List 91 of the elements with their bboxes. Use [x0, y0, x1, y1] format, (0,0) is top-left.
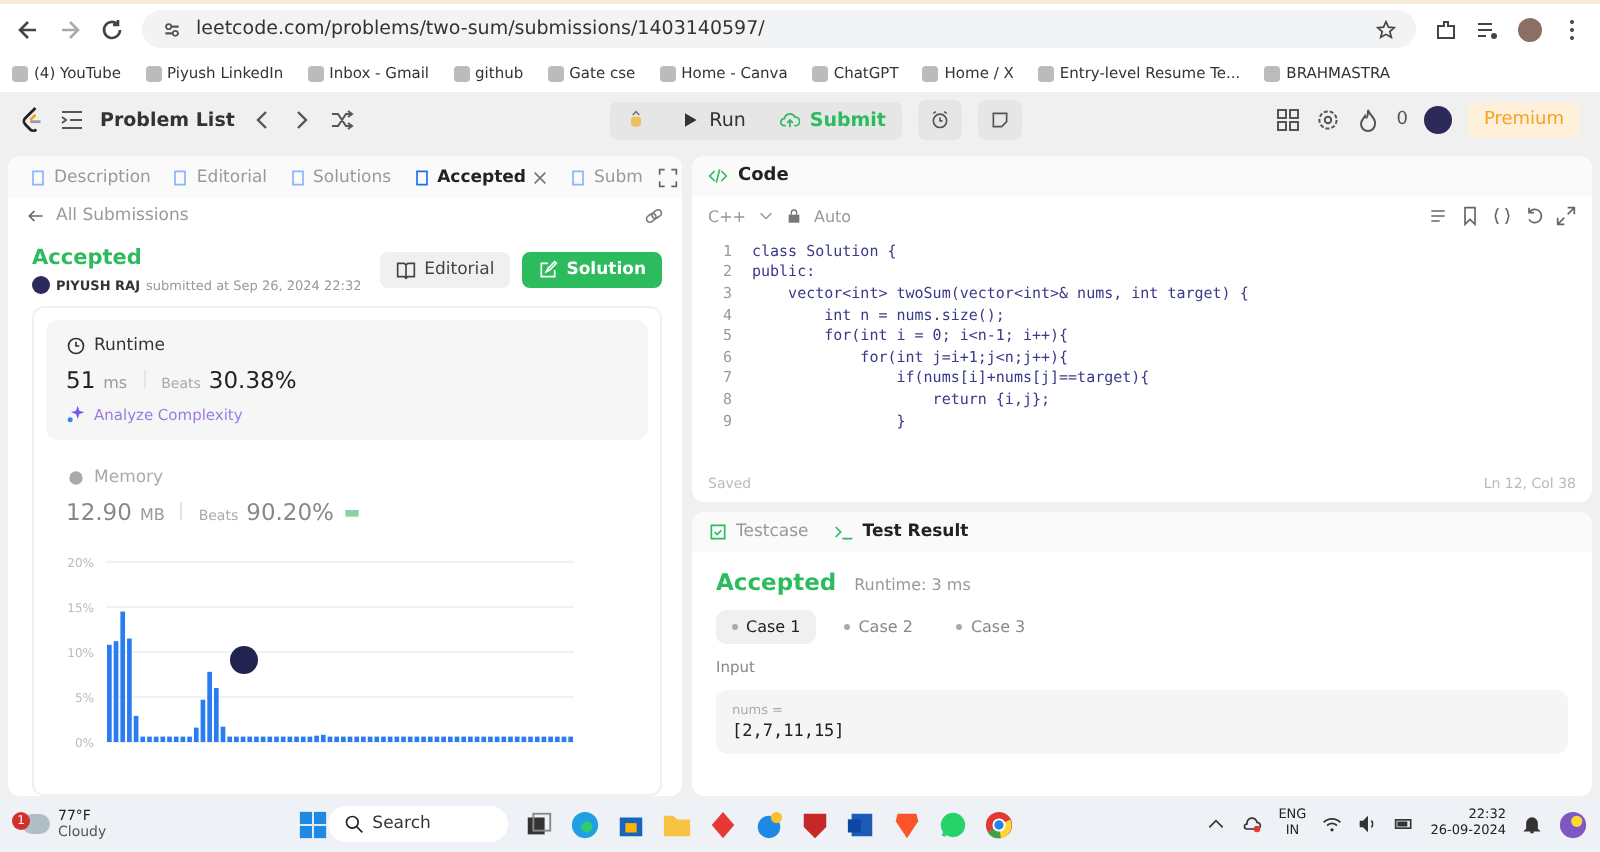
cloud-sync-icon[interactable] [1242, 814, 1263, 834]
result-status: Accepted [716, 568, 837, 596]
start-icon[interactable] [298, 809, 329, 839]
problem-list-link[interactable]: Problem List [100, 109, 235, 131]
browser-icon[interactable] [570, 809, 601, 839]
beats-value: 90.20% [246, 498, 334, 526]
braces-icon[interactable] [1492, 206, 1512, 226]
memory-value: 12.90 [66, 498, 132, 526]
logo-icon[interactable] [20, 106, 44, 134]
user-avatar[interactable] [1423, 106, 1452, 134]
result-tab[interactable]: Test Result [834, 522, 969, 542]
tab-icon [411, 167, 432, 187]
expand-icon[interactable] [1556, 206, 1576, 226]
alarm-clock-icon [929, 110, 950, 130]
tab-icon [287, 167, 308, 187]
mode-label: Auto [814, 207, 852, 225]
panel-title: Code [738, 166, 789, 186]
copilot-icon[interactable] [1558, 809, 1588, 839]
runtime-text: Runtime: 3 ms [854, 576, 971, 594]
profile-avatar[interactable] [1518, 17, 1542, 41]
chrome-icon[interactable] [984, 809, 1015, 839]
play-icon [679, 110, 700, 130]
chevron-down-icon[interactable] [758, 208, 774, 224]
address-bar[interactable]: leetcode.com/problems/two-sum/submissions/1403140597/ [142, 10, 1416, 48]
shield-icon[interactable] [800, 809, 831, 839]
tab-icon [28, 167, 48, 187]
flame-icon [1356, 108, 1381, 132]
clock-icon [66, 336, 86, 356]
dot-icon [732, 624, 738, 630]
volume-icon[interactable] [1358, 814, 1379, 834]
bookmark-icon[interactable] [1460, 206, 1480, 226]
cloud-upload-icon [779, 110, 800, 130]
lion-shield-icon[interactable] [892, 809, 923, 839]
back-arrow-icon[interactable] [26, 206, 46, 226]
maximize-icon[interactable] [658, 167, 679, 187]
search-icon [344, 814, 365, 834]
notes-button[interactable] [977, 100, 1022, 140]
lock-icon [786, 208, 802, 224]
list-icon[interactable] [60, 108, 84, 132]
tab-icon [708, 522, 728, 542]
timer-button[interactable] [917, 100, 962, 140]
taskbar-search-field[interactable]: Search [328, 806, 509, 842]
tab-icon [834, 522, 855, 542]
reset-icon[interactable] [1524, 206, 1544, 226]
note-icon [989, 110, 1010, 130]
runtime-unit: ms [103, 374, 128, 392]
runtime-label: Runtime [94, 336, 166, 356]
diamond-icon[interactable] [708, 809, 739, 839]
link-icon[interactable] [644, 206, 664, 226]
battery-icon[interactable] [1394, 814, 1415, 834]
back-arrow-icon[interactable] [16, 17, 40, 41]
close-icon[interactable] [532, 169, 548, 185]
memory-label: Memory [94, 468, 164, 488]
tab-icon [170, 167, 191, 187]
reload-icon[interactable] [100, 17, 124, 41]
user-avatar [32, 276, 50, 294]
beats-value: 30.38% [208, 366, 297, 394]
document-icon[interactable] [846, 809, 877, 839]
param-value: [2,7,11,15] [732, 722, 847, 742]
layout-icon[interactable] [1276, 108, 1301, 132]
app-icon[interactable] [754, 809, 785, 839]
format-icon[interactable] [1428, 206, 1448, 226]
streak-count: 0 [1396, 110, 1408, 130]
dot-icon [844, 624, 851, 630]
case-tab[interactable]: Case 1 [716, 610, 817, 644]
chip-icon [66, 468, 86, 488]
runtime-value: 51 [66, 366, 96, 394]
editorial-button[interactable]: Editorial [380, 252, 511, 288]
star-icon[interactable] [1376, 19, 1396, 39]
settings-icon[interactable] [1316, 108, 1341, 132]
status-text: Accepted [32, 246, 144, 270]
extensions-icon[interactable] [1434, 17, 1458, 41]
shuffle-icon[interactable] [330, 108, 355, 132]
avatar-marker [230, 646, 258, 674]
book-icon [396, 260, 417, 280]
case-tab[interactable]: Case 3 [940, 610, 1042, 644]
code-icon [708, 166, 728, 186]
media-icon[interactable] [1476, 17, 1500, 41]
case-tab[interactable]: Case 2 [828, 610, 929, 644]
dot-icon [956, 624, 963, 630]
url-text: leetcode.com/problems/two-sum/submissions/1403140597/ [196, 18, 765, 40]
task-view-icon[interactable] [524, 809, 555, 839]
tab-icon [568, 167, 588, 187]
bug-icon [625, 110, 646, 130]
panel-tab[interactable]: Accepted [403, 167, 556, 187]
site-info-icon[interactable] [162, 19, 182, 39]
memory-unit: MB [139, 506, 165, 524]
sparkle-icon [66, 404, 86, 424]
wifi-icon[interactable] [1322, 814, 1343, 834]
edit-icon [538, 260, 559, 280]
bell-icon[interactable] [1522, 814, 1542, 834]
